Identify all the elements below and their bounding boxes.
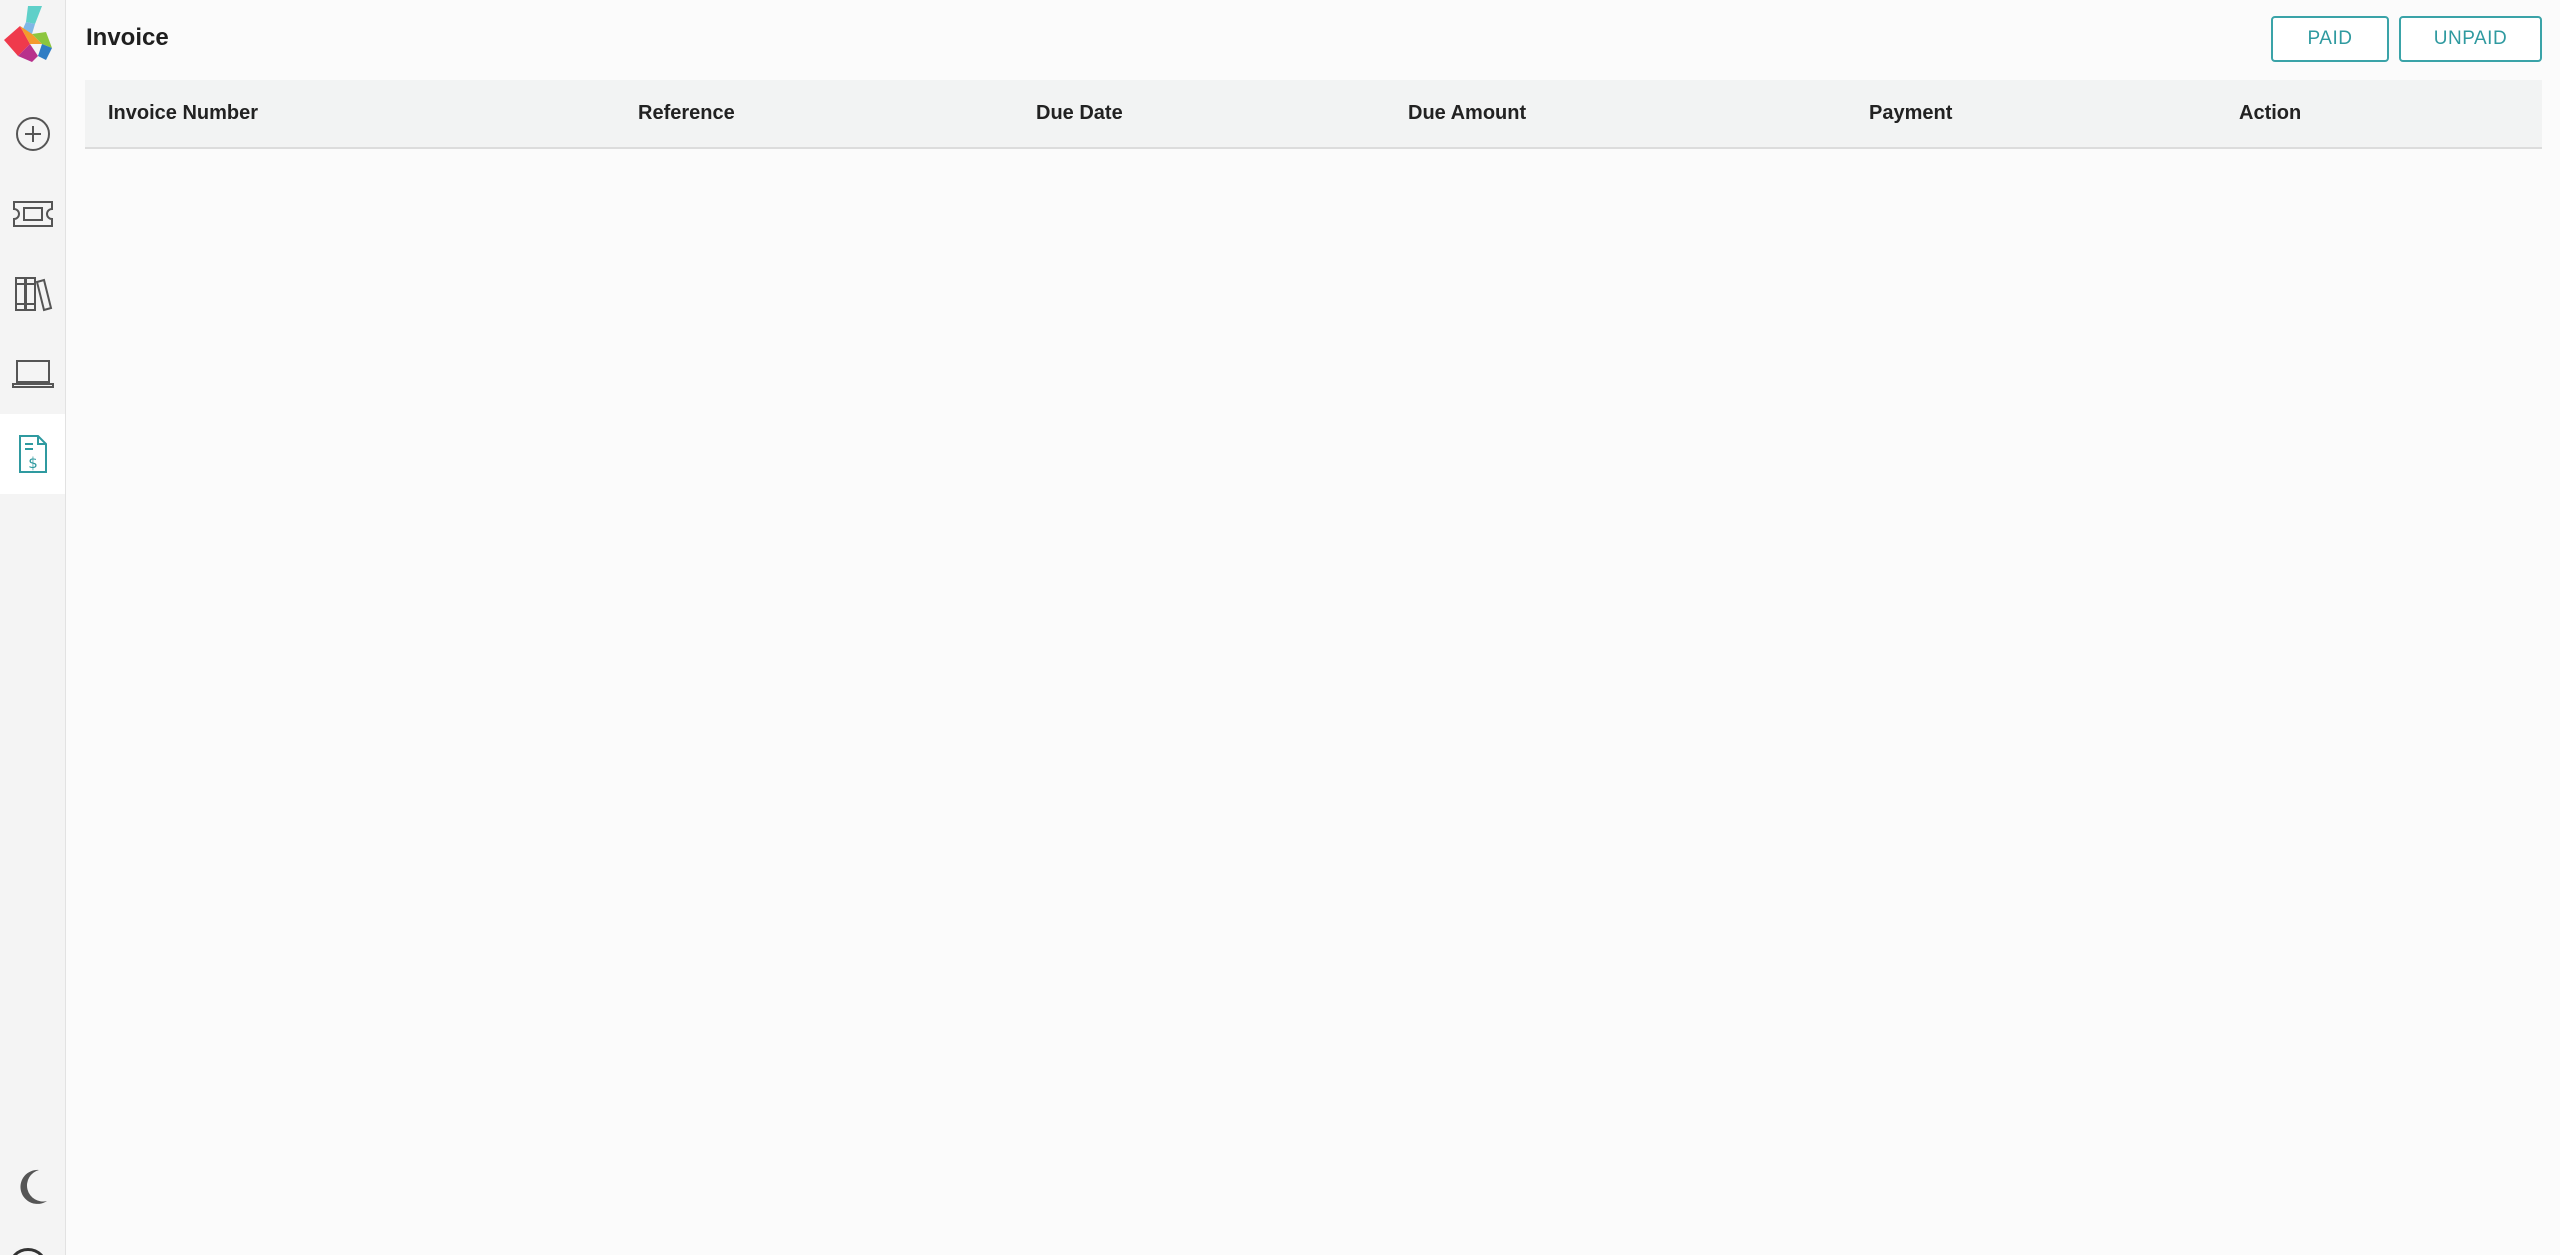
invoice-dollar-icon: $ [18,435,47,473]
sidebar-item-library[interactable] [0,254,65,334]
column-header-due-date[interactable]: Due Date [1036,80,1408,148]
app-logo[interactable] [2,4,52,62]
sidebar: $ [0,0,66,1255]
books-icon [14,277,52,312]
app-root: $ Invoice PAID UNPAID Invoice Number Ref… [0,0,2560,1255]
unpaid-filter-button[interactable]: UNPAID [2399,16,2542,62]
column-header-action[interactable]: Action [2239,80,2542,148]
logo-icon [4,6,52,62]
paid-filter-button[interactable]: PAID [2271,16,2389,62]
ticket-icon [12,201,53,227]
invoice-table-container: Invoice Number Reference Due Date Due Am… [85,80,2542,149]
svg-text:$: $ [28,454,38,472]
sidebar-item-invoice[interactable]: $ [0,414,65,494]
plus-circle-icon [15,117,50,151]
user-avatar[interactable] [8,1248,48,1255]
table-header-row: Invoice Number Reference Due Date Due Am… [85,80,2542,148]
sidebar-item-devices[interactable] [0,334,65,414]
sidebar-item-tickets[interactable] [0,174,65,254]
column-header-invoice-number[interactable]: Invoice Number [85,80,638,148]
page-title: Invoice [86,24,169,51]
laptop-icon [11,360,54,388]
sidebar-item-add[interactable] [0,94,65,174]
theme-toggle-button[interactable] [0,1147,65,1227]
column-header-due-amount[interactable]: Due Amount [1408,80,1869,148]
column-header-reference[interactable]: Reference [638,80,1036,148]
invoice-table: Invoice Number Reference Due Date Due Am… [85,80,2542,149]
column-header-payment[interactable]: Payment [1869,80,2239,148]
moon-icon [19,1169,47,1204]
table-header: Invoice Number Reference Due Date Due Am… [85,80,2542,148]
